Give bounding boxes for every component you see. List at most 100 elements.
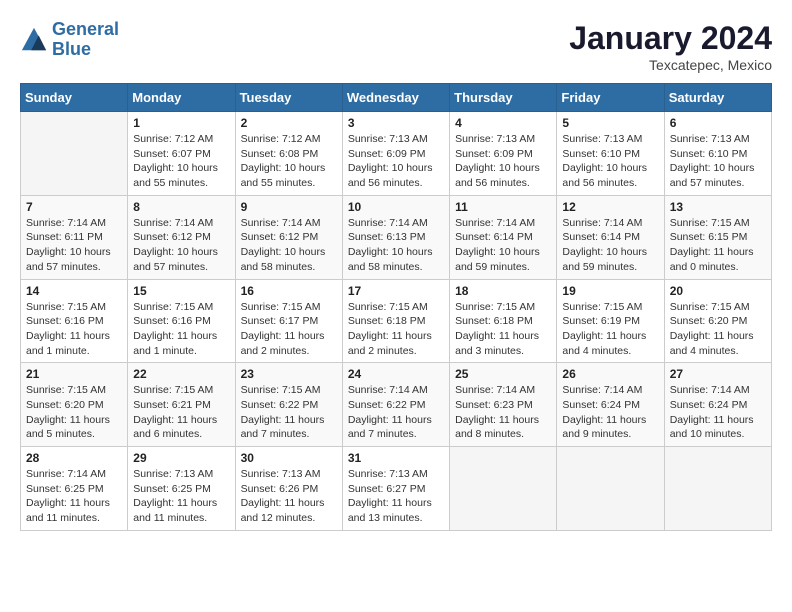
calendar-cell: 30 Sunrise: 7:13 AM Sunset: 6:26 PM Dayli… xyxy=(235,447,342,531)
calendar-cell: 7 Sunrise: 7:14 AM Sunset: 6:11 PM Daylig… xyxy=(21,195,128,279)
day-info: Sunrise: 7:14 AM Sunset: 6:25 PM Dayligh… xyxy=(26,467,122,526)
calendar-cell: 20 Sunrise: 7:15 AM Sunset: 6:20 PM Dayli… xyxy=(664,279,771,363)
day-number: 11 xyxy=(455,200,551,214)
day-number: 25 xyxy=(455,367,551,381)
day-header-saturday: Saturday xyxy=(664,84,771,112)
calendar-cell: 15 Sunrise: 7:15 AM Sunset: 6:16 PM Dayli… xyxy=(128,279,235,363)
day-number: 27 xyxy=(670,367,766,381)
day-header-sunday: Sunday xyxy=(21,84,128,112)
calendar-cell: 21Sunrise: 7:15 AM Sunset: 6:20 PM Dayli… xyxy=(21,363,128,447)
logo-line1: General xyxy=(52,19,119,39)
calendar-week-3: 14 Sunrise: 7:15 AM Sunset: 6:16 PM Dayli… xyxy=(21,279,772,363)
day-info: Sunrise: 7:13 AM Sunset: 6:10 PM Dayligh… xyxy=(562,132,658,191)
calendar-cell: 19 Sunrise: 7:15 AM Sunset: 6:19 PM Dayli… xyxy=(557,279,664,363)
calendar-cell: 26 Sunrise: 7:14 AM Sunset: 6:24 PM Dayli… xyxy=(557,363,664,447)
day-header-tuesday: Tuesday xyxy=(235,84,342,112)
day-info: Sunrise: 7:13 AM Sunset: 6:09 PM Dayligh… xyxy=(348,132,444,191)
page-header: General Blue January 2024 Texcatepec, Me… xyxy=(20,20,772,73)
day-number: 5 xyxy=(562,116,658,130)
calendar-cell xyxy=(21,112,128,196)
logo-icon xyxy=(20,26,48,54)
day-number: 22 xyxy=(133,367,229,381)
logo: General Blue xyxy=(20,20,119,60)
month-title: January 2024 xyxy=(569,20,772,57)
day-number: 21 xyxy=(26,367,122,381)
day-header-friday: Friday xyxy=(557,84,664,112)
day-header-monday: Monday xyxy=(128,84,235,112)
day-number: 29 xyxy=(133,451,229,465)
day-info: Sunrise: 7:15 AM Sunset: 6:16 PM Dayligh… xyxy=(133,300,229,359)
calendar-cell: 25 Sunrise: 7:14 AM Sunset: 6:23 PM Dayli… xyxy=(450,363,557,447)
day-number: 3 xyxy=(348,116,444,130)
calendar-cell: 5 Sunrise: 7:13 AM Sunset: 6:10 PM Daylig… xyxy=(557,112,664,196)
day-info: Sunrise: 7:13 AM Sunset: 6:09 PM Dayligh… xyxy=(455,132,551,191)
day-info: Sunrise: 7:13 AM Sunset: 6:27 PM Dayligh… xyxy=(348,467,444,526)
calendar-cell: 16Sunrise: 7:15 AM Sunset: 6:17 PM Dayli… xyxy=(235,279,342,363)
day-info: Sunrise: 7:15 AM Sunset: 6:20 PM Dayligh… xyxy=(670,300,766,359)
day-info: Sunrise: 7:15 AM Sunset: 6:22 PM Dayligh… xyxy=(241,383,337,442)
day-number: 12 xyxy=(562,200,658,214)
day-number: 13 xyxy=(670,200,766,214)
day-number: 2 xyxy=(241,116,337,130)
location-subtitle: Texcatepec, Mexico xyxy=(569,57,772,73)
day-info: Sunrise: 7:13 AM Sunset: 6:26 PM Dayligh… xyxy=(241,467,337,526)
calendar-cell xyxy=(557,447,664,531)
day-info: Sunrise: 7:12 AM Sunset: 6:08 PM Dayligh… xyxy=(241,132,337,191)
day-info: Sunrise: 7:15 AM Sunset: 6:18 PM Dayligh… xyxy=(455,300,551,359)
calendar-cell: 18Sunrise: 7:15 AM Sunset: 6:18 PM Dayli… xyxy=(450,279,557,363)
day-number: 14 xyxy=(26,284,122,298)
calendar-week-4: 21Sunrise: 7:15 AM Sunset: 6:20 PM Dayli… xyxy=(21,363,772,447)
calendar-header-row: SundayMondayTuesdayWednesdayThursdayFrid… xyxy=(21,84,772,112)
calendar-cell: 23Sunrise: 7:15 AM Sunset: 6:22 PM Dayli… xyxy=(235,363,342,447)
day-number: 28 xyxy=(26,451,122,465)
calendar-cell: 13 Sunrise: 7:15 AM Sunset: 6:15 PM Dayli… xyxy=(664,195,771,279)
calendar-cell: 4 Sunrise: 7:13 AM Sunset: 6:09 PM Daylig… xyxy=(450,112,557,196)
calendar-cell: 29 Sunrise: 7:13 AM Sunset: 6:25 PM Dayli… xyxy=(128,447,235,531)
calendar-cell: 10Sunrise: 7:14 AM Sunset: 6:13 PM Dayli… xyxy=(342,195,449,279)
day-number: 20 xyxy=(670,284,766,298)
day-info: Sunrise: 7:15 AM Sunset: 6:16 PM Dayligh… xyxy=(26,300,122,359)
day-number: 17 xyxy=(348,284,444,298)
day-info: Sunrise: 7:14 AM Sunset: 6:24 PM Dayligh… xyxy=(562,383,658,442)
day-info: Sunrise: 7:15 AM Sunset: 6:18 PM Dayligh… xyxy=(348,300,444,359)
calendar-cell: 3 Sunrise: 7:13 AM Sunset: 6:09 PM Daylig… xyxy=(342,112,449,196)
calendar-table: SundayMondayTuesdayWednesdayThursdayFrid… xyxy=(20,83,772,531)
day-info: Sunrise: 7:14 AM Sunset: 6:12 PM Dayligh… xyxy=(241,216,337,275)
title-block: January 2024 Texcatepec, Mexico xyxy=(569,20,772,73)
day-info: Sunrise: 7:14 AM Sunset: 6:11 PM Dayligh… xyxy=(26,216,122,275)
day-number: 15 xyxy=(133,284,229,298)
calendar-cell: 31Sunrise: 7:13 AM Sunset: 6:27 PM Dayli… xyxy=(342,447,449,531)
calendar-cell: 11 Sunrise: 7:14 AM Sunset: 6:14 PM Dayli… xyxy=(450,195,557,279)
calendar-cell: 12 Sunrise: 7:14 AM Sunset: 6:14 PM Dayli… xyxy=(557,195,664,279)
day-number: 30 xyxy=(241,451,337,465)
calendar-cell xyxy=(664,447,771,531)
calendar-cell: 9 Sunrise: 7:14 AM Sunset: 6:12 PM Daylig… xyxy=(235,195,342,279)
day-info: Sunrise: 7:12 AM Sunset: 6:07 PM Dayligh… xyxy=(133,132,229,191)
day-number: 10 xyxy=(348,200,444,214)
day-number: 9 xyxy=(241,200,337,214)
day-info: Sunrise: 7:14 AM Sunset: 6:14 PM Dayligh… xyxy=(562,216,658,275)
calendar-cell: 6Sunrise: 7:13 AM Sunset: 6:10 PM Daylig… xyxy=(664,112,771,196)
day-info: Sunrise: 7:14 AM Sunset: 6:23 PM Dayligh… xyxy=(455,383,551,442)
day-info: Sunrise: 7:13 AM Sunset: 6:10 PM Dayligh… xyxy=(670,132,766,191)
day-info: Sunrise: 7:14 AM Sunset: 6:14 PM Dayligh… xyxy=(455,216,551,275)
calendar-week-1: 1Sunrise: 7:12 AM Sunset: 6:07 PM Daylig… xyxy=(21,112,772,196)
day-info: Sunrise: 7:14 AM Sunset: 6:12 PM Dayligh… xyxy=(133,216,229,275)
day-info: Sunrise: 7:13 AM Sunset: 6:25 PM Dayligh… xyxy=(133,467,229,526)
calendar-cell: 22Sunrise: 7:15 AM Sunset: 6:21 PM Dayli… xyxy=(128,363,235,447)
day-info: Sunrise: 7:15 AM Sunset: 6:19 PM Dayligh… xyxy=(562,300,658,359)
day-number: 26 xyxy=(562,367,658,381)
day-info: Sunrise: 7:15 AM Sunset: 6:15 PM Dayligh… xyxy=(670,216,766,275)
calendar-body: 1Sunrise: 7:12 AM Sunset: 6:07 PM Daylig… xyxy=(21,112,772,531)
calendar-cell: 28 Sunrise: 7:14 AM Sunset: 6:25 PM Dayli… xyxy=(21,447,128,531)
day-number: 8 xyxy=(133,200,229,214)
logo-line2: Blue xyxy=(52,39,91,59)
day-info: Sunrise: 7:14 AM Sunset: 6:24 PM Dayligh… xyxy=(670,383,766,442)
calendar-cell: 8 Sunrise: 7:14 AM Sunset: 6:12 PM Daylig… xyxy=(128,195,235,279)
day-number: 19 xyxy=(562,284,658,298)
calendar-cell xyxy=(450,447,557,531)
day-number: 7 xyxy=(26,200,122,214)
calendar-cell: 14 Sunrise: 7:15 AM Sunset: 6:16 PM Dayli… xyxy=(21,279,128,363)
day-number: 4 xyxy=(455,116,551,130)
calendar-week-5: 28 Sunrise: 7:14 AM Sunset: 6:25 PM Dayli… xyxy=(21,447,772,531)
